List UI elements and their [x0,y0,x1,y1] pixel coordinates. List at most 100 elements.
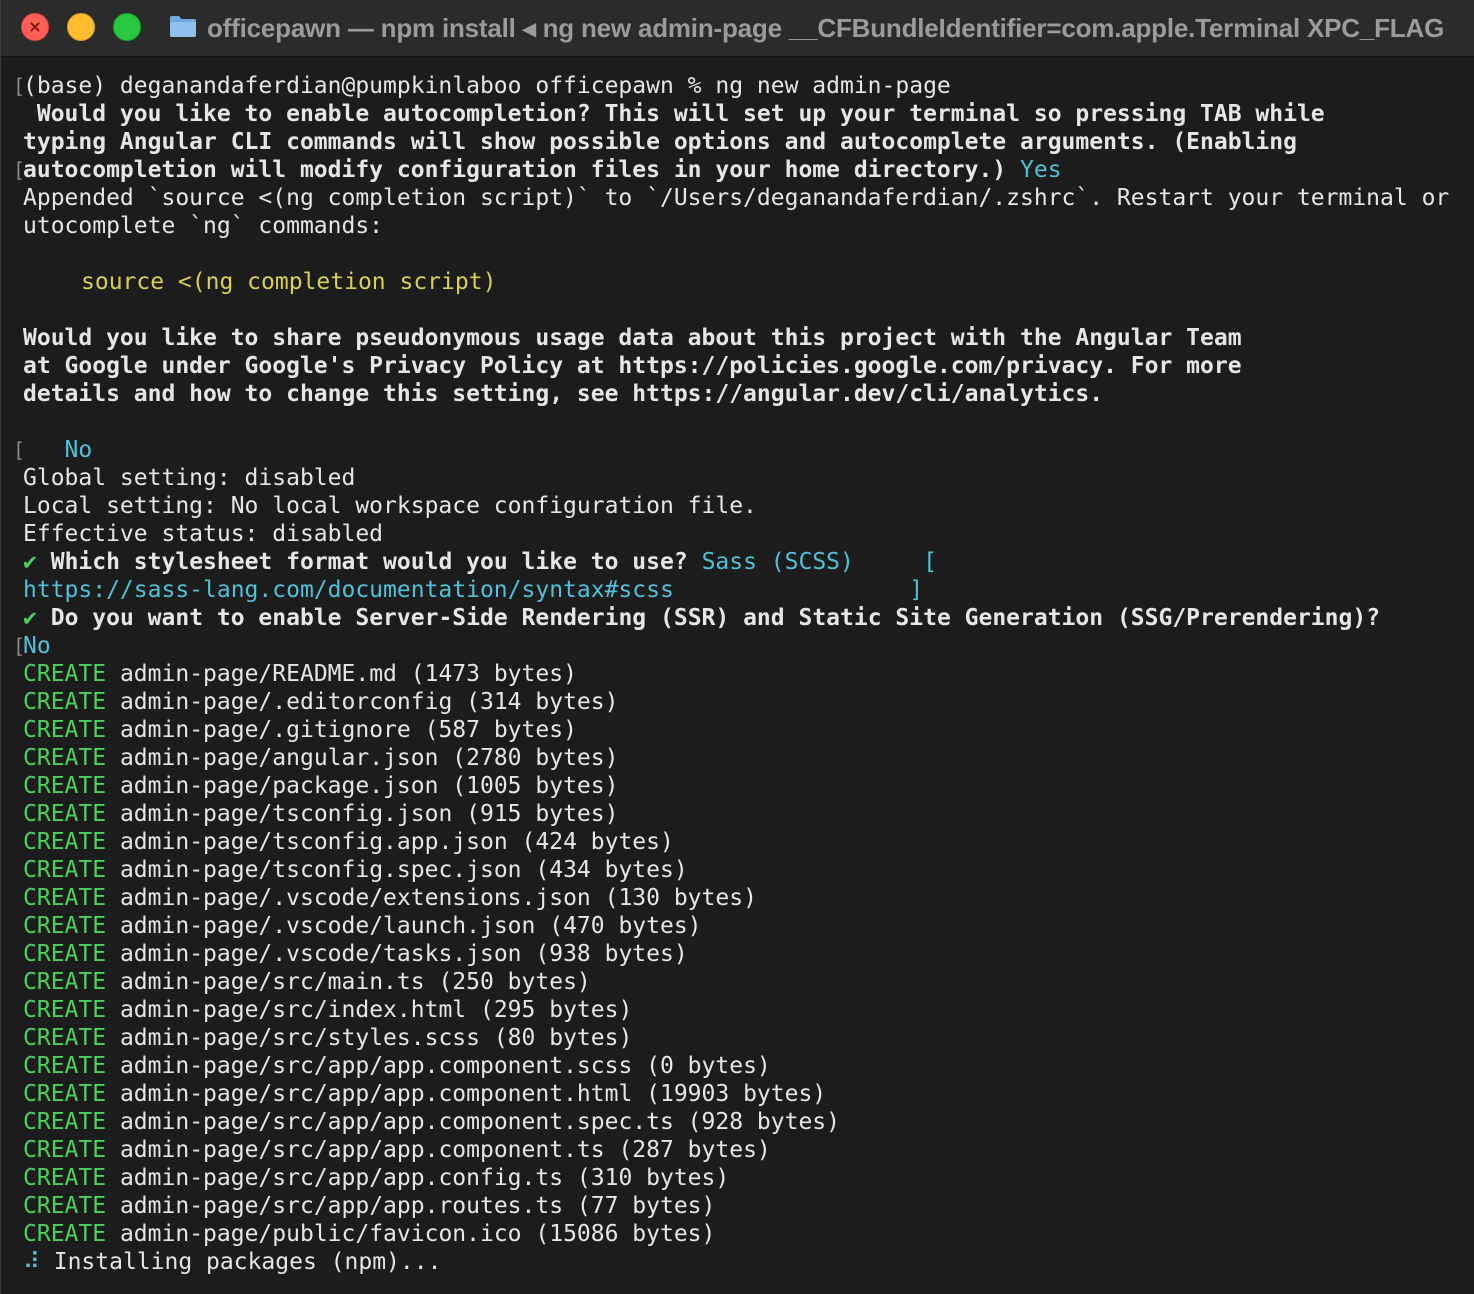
create-line: CREATE admin-page/src/app/app.component.… [1,1052,1474,1080]
create-line: CREATE admin-page/.editorconfig (314 byt… [1,688,1474,716]
create-label: CREATE [23,1081,107,1107]
created-file-path: admin-page/README.md (1473 bytes) [119,661,577,687]
create-label: CREATE [23,1053,107,1079]
created-file-path: admin-page/src/app/app.component.html (1… [119,1081,827,1107]
create-label: CREATE [23,717,107,743]
create-line: CREATE admin-page/src/styles.scss (80 by… [1,1024,1474,1052]
created-files-list: CREATE admin-page/README.md (1473 bytes)… [1,660,1474,1248]
create-line: CREATE admin-page/public/favicon.ico (15… [1,1220,1474,1248]
autocompletion-question-3: [autocompletion will modify configuratio… [13,157,1062,183]
created-file-path: admin-page/.vscode/tasks.json (938 bytes… [119,941,688,967]
minimize-window-button[interactable] [67,13,95,41]
create-label: CREATE [23,661,107,687]
create-label: CREATE [23,1165,107,1191]
create-line: CREATE admin-page/tsconfig.json (915 byt… [1,800,1474,828]
stylesheet-answer: Sass (SCSS) [701,549,854,575]
create-line: CREATE admin-page/angular.json (2780 byt… [1,744,1474,772]
appended-message: Appended `source <(ng completion script)… [23,185,1450,211]
create-label: CREATE [23,969,107,995]
create-line: CREATE admin-page/src/app/app.config.ts … [1,1164,1474,1192]
terminal-output[interactable]: [(base) deganandaferdian@pumpkinlaboo of… [1,72,1474,1276]
create-label: CREATE [23,997,107,1023]
created-file-path: admin-page/src/app/app.component.ts (287… [119,1137,771,1163]
folder-icon [170,16,196,37]
ssr-question: ✔ Do you want to enable Server-Side Rend… [23,605,1381,631]
analytics-question: Would you like to share pseudonymous usa… [23,325,1242,351]
create-line: CREATE admin-page/src/app/app.routes.ts … [1,1192,1474,1220]
created-file-path: admin-page/angular.json (2780 bytes) [119,745,619,771]
appended-message-2: utocomplete `ng` commands: [23,213,384,239]
create-label: CREATE [23,1137,107,1163]
title-bar: officepawn — npm install ◂ ng new admin-… [1,0,1474,57]
create-line: CREATE admin-page/src/app/app.component.… [1,1108,1474,1136]
create-line: CREATE admin-page/tsconfig.spec.json (43… [1,856,1474,884]
created-file-path: admin-page/.gitignore (587 bytes) [119,717,577,743]
created-file-path: admin-page/src/app/app.routes.ts (77 byt… [119,1193,716,1219]
create-line: CREATE admin-page/tsconfig.app.json (424… [1,828,1474,856]
create-label: CREATE [23,801,107,827]
create-label: CREATE [23,913,107,939]
autocompletion-question-2: typing Angular CLI commands will show po… [23,129,1297,155]
created-file-path: admin-page/tsconfig.json (915 bytes) [119,801,619,827]
analytics-question-3: details and how to change this setting, … [23,381,1104,407]
create-label: CREATE [23,1221,107,1247]
create-line: CREATE admin-page/.gitignore (587 bytes) [1,716,1474,744]
stylesheet-link-line: https://sass-lang.com/documentation/synt… [23,577,924,603]
created-file-path: admin-page/.vscode/extensions.json (130 … [119,885,757,911]
created-file-path: admin-page/src/styles.scss (80 bytes) [119,1025,633,1051]
close-icon [29,21,41,33]
created-file-path: admin-page/.vscode/launch.json (470 byte… [119,913,702,939]
create-label: CREATE [23,745,107,771]
installing-line: ⠼ Installing packages (npm)... [23,1249,442,1275]
stylesheet-question: ✔ Which stylesheet format would you like… [23,549,937,575]
checkmark-icon: ✔ [23,549,37,575]
create-label: CREATE [23,885,107,911]
create-label: CREATE [23,857,107,883]
created-file-path: admin-page/src/app/app.component.spec.ts… [119,1109,841,1135]
autocompletion-question: Would you like to enable autocompletion?… [23,101,1325,127]
spinner-icon: ⠼ [23,1249,40,1275]
line-marker: [ [13,74,26,98]
create-line: CREATE admin-page/src/app/app.component.… [1,1136,1474,1164]
created-file-path: admin-page/public/favicon.ico (15086 byt… [119,1221,716,1247]
line-marker: [ [13,438,26,462]
create-line: CREATE admin-page/src/app/app.component.… [1,1080,1474,1108]
analytics-answer: [ No [13,437,93,463]
create-line: CREATE admin-page/src/index.html (295 by… [1,996,1474,1024]
create-label: CREATE [23,689,107,715]
created-file-path: admin-page/.editorconfig (314 bytes) [119,689,619,715]
create-line: CREATE admin-page/.vscode/launch.json (4… [1,912,1474,940]
create-line: CREATE admin-page/package.json (1005 byt… [1,772,1474,800]
window-title: officepawn — npm install ◂ ng new admin-… [207,13,1445,43]
global-setting: Global setting: disabled [23,465,356,491]
create-line: CREATE admin-page/.vscode/extensions.jso… [1,884,1474,912]
prompt-line: [(base) deganandaferdian@pumpkinlaboo of… [13,73,951,99]
created-file-path: admin-page/src/index.html (295 bytes) [119,997,633,1023]
source-command: source <(ng completion script) [81,269,497,295]
terminal-window: officepawn — npm install ◂ ng new admin-… [0,0,1474,1294]
analytics-question-2: at Google under Google's Privacy Policy … [23,353,1242,379]
sass-docs-link[interactable]: https://sass-lang.com/documentation/synt… [23,577,674,603]
autocompletion-answer: Yes [1020,157,1062,183]
line-marker: [ [13,158,26,182]
create-label: CREATE [23,829,107,855]
create-line: CREATE admin-page/README.md (1473 bytes) [1,660,1474,688]
create-label: CREATE [23,941,107,967]
created-file-path: admin-page/src/app/app.component.scss (0… [119,1053,771,1079]
create-label: CREATE [23,1109,107,1135]
local-setting: Local setting: No local workspace config… [23,493,757,519]
checkmark-icon: ✔ [23,605,37,631]
close-window-button[interactable] [21,13,49,41]
create-line: CREATE admin-page/.vscode/tasks.json (93… [1,940,1474,968]
create-label: CREATE [23,1193,107,1219]
created-file-path: admin-page/src/app/app.config.ts (310 by… [119,1165,730,1191]
create-line: CREATE admin-page/src/main.ts (250 bytes… [1,968,1474,996]
created-file-path: admin-page/tsconfig.spec.json (434 bytes… [119,857,688,883]
zoom-window-button[interactable] [113,13,141,41]
effective-status: Effective status: disabled [23,521,384,547]
created-file-path: admin-page/package.json (1005 bytes) [119,773,619,799]
ssr-answer: [No [13,633,51,659]
created-file-path: admin-page/tsconfig.app.json (424 bytes) [119,829,674,855]
line-marker: [ [13,634,26,658]
create-label: CREATE [23,773,107,799]
